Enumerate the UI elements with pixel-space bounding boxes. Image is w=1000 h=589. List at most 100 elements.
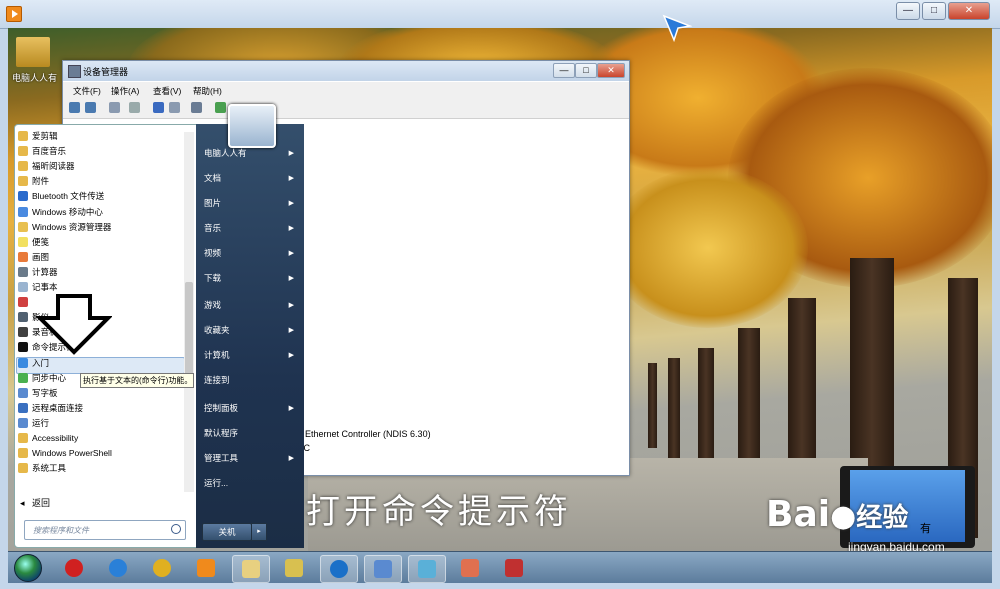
window-right-border <box>992 28 1000 582</box>
folder-icon <box>18 463 28 474</box>
baidu-logo-jingyan: 经验 <box>856 503 909 533</box>
help-icon[interactable] <box>153 102 164 113</box>
start-right-label: 默认程序 <box>204 428 239 438</box>
taskbar-button[interactable] <box>100 555 136 581</box>
properties-icon[interactable] <box>129 102 140 113</box>
baidu-logo-text: Bai <box>766 494 831 535</box>
folder-icon <box>18 433 28 443</box>
baidu-watermark: Bai●经验 <box>766 494 908 535</box>
update-driver-icon[interactable] <box>215 102 226 113</box>
shutdown-button[interactable]: 关机 <box>202 523 252 541</box>
devmgr-close-button[interactable]: ✕ <box>597 63 625 78</box>
program-label: 远程桌面连接 <box>32 402 84 413</box>
program-label: Windows 资源管理器 <box>32 221 112 232</box>
start-right-item[interactable]: 控制面板 ▶ <box>204 396 300 421</box>
menu-action[interactable]: 操作(A) <box>111 85 139 97</box>
projector-icon <box>18 312 28 323</box>
program-item[interactable]: Windows 资源管理器 <box>18 220 190 235</box>
menu-help[interactable]: 帮助(H) <box>193 85 222 97</box>
start-right-item[interactable]: 计算机 ▶ <box>204 343 300 368</box>
window-left-border <box>0 28 8 582</box>
program-item[interactable]: Windows PowerShell <box>18 446 190 461</box>
taskbar-button[interactable] <box>56 555 92 581</box>
start-right-item[interactable]: 下载 ▶ <box>204 266 300 291</box>
program-item[interactable]: Windows 移动中心 <box>18 205 190 220</box>
start-right-label: 游戏 <box>204 300 222 310</box>
start-right-item[interactable]: 管理工具 ▶ <box>204 446 300 471</box>
program-item[interactable]: Accessibility <box>18 431 190 446</box>
program-item[interactable]: 记事本 <box>18 280 190 295</box>
desktop-folder-icon[interactable] <box>16 37 50 67</box>
ie-icon <box>109 559 127 577</box>
folder-icon <box>18 161 28 172</box>
search-icon[interactable] <box>171 524 181 534</box>
start-right-item[interactable]: 音乐 ▶ <box>204 216 300 241</box>
taskbar-button[interactable] <box>276 555 312 581</box>
search-placeholder: 搜索程序和文件 <box>33 526 89 535</box>
menu-view[interactable]: 查看(V) <box>153 85 181 97</box>
start-search-input[interactable]: 搜索程序和文件 <box>24 520 186 540</box>
program-item[interactable]: Bluetooth 文件传送 <box>18 189 190 204</box>
start-right-item[interactable]: 收藏夹 ▶ <box>204 318 300 343</box>
start-right-item[interactable]: 图片 ▶ <box>204 191 300 216</box>
flower-icon <box>418 560 436 578</box>
submenu-arrow-icon: ▶ <box>288 175 294 182</box>
start-right-item[interactable]: 运行... <box>204 471 300 496</box>
start-right-label: 运行... <box>204 478 229 488</box>
devmgr-maximize-button[interactable]: □ <box>575 63 597 78</box>
program-label: 爱剪辑 <box>32 131 58 141</box>
start-right-label: 连接到 <box>204 375 230 385</box>
start-right-item[interactable]: 文档 ▶ <box>204 166 300 191</box>
start-right-item[interactable]: 游戏 ▶ <box>204 293 300 318</box>
start-right-item[interactable]: 连接到 <box>204 368 300 393</box>
back-button[interactable]: ◂ 返回 <box>20 496 50 509</box>
back-label: 返回 <box>32 498 51 508</box>
folder-icon <box>285 559 303 577</box>
submenu-arrow-icon: ▶ <box>288 455 294 462</box>
tree-icon[interactable] <box>109 102 120 113</box>
snipping-icon <box>18 297 28 308</box>
taskbar-button[interactable] <box>408 555 446 583</box>
program-item[interactable]: 百度音乐 <box>18 144 190 159</box>
submenu-arrow-icon: ▶ <box>288 405 294 412</box>
program-item[interactable]: 附件 <box>18 174 190 189</box>
start-right-item[interactable]: 默认程序 <box>204 421 300 446</box>
shutdown-options-button[interactable]: ▸ <box>251 523 267 541</box>
program-item[interactable]: 福昕阅读器 <box>18 159 190 174</box>
menu-file[interactable]: 文件(F) <box>73 85 101 97</box>
program-item[interactable]: 运行 <box>18 416 190 431</box>
maximize-button[interactable]: □ <box>922 2 946 20</box>
minimize-button[interactable]: — <box>896 2 920 20</box>
program-label: Bluetooth 文件传送 <box>32 191 105 202</box>
program-item[interactable]: 远程桌面连接 <box>18 401 190 416</box>
laptop-screen-text: 有 <box>920 523 931 535</box>
taskbar-button[interactable] <box>496 555 532 581</box>
taskbar-button[interactable] <box>452 555 488 581</box>
program-item[interactable]: 便笺 <box>18 235 190 250</box>
down-arrow-icon <box>36 294 112 355</box>
submenu-arrow-icon: ▶ <box>288 327 294 334</box>
taskbar-button[interactable] <box>364 555 402 583</box>
taskbar-button[interactable] <box>232 555 270 583</box>
taskbar-button[interactable] <box>320 555 358 583</box>
taskbar-button[interactable] <box>188 555 224 581</box>
back-icon[interactable] <box>69 102 80 113</box>
submenu-arrow-icon: ▶ <box>288 302 294 309</box>
taskbar-button[interactable] <box>144 555 180 581</box>
start-right-item[interactable]: 视频 ▶ <box>204 241 300 266</box>
device-row-ethernet[interactable]: gabit Ethernet Controller (NDIS 6.30) <box>283 429 431 439</box>
program-item[interactable]: 入门 <box>18 356 190 371</box>
program-item[interactable]: 计算器 <box>18 265 190 280</box>
forward-icon[interactable] <box>85 102 96 113</box>
view-icon[interactable] <box>169 102 180 113</box>
programs-scroll-thumb[interactable] <box>185 282 193 382</box>
program-item[interactable]: 系统工具 <box>18 461 190 476</box>
scan-icon[interactable] <box>191 102 202 113</box>
start-button[interactable] <box>14 554 42 582</box>
devmgr-minimize-button[interactable]: — <box>553 63 575 78</box>
program-item[interactable]: 爱剪辑 <box>18 129 190 144</box>
start-right-item[interactable]: 电脑人人有 ▶ <box>204 141 300 166</box>
submenu-arrow-icon: ▶ <box>288 250 294 257</box>
close-button[interactable]: ✕ <box>948 2 990 20</box>
program-item[interactable]: 画图 <box>18 250 190 265</box>
